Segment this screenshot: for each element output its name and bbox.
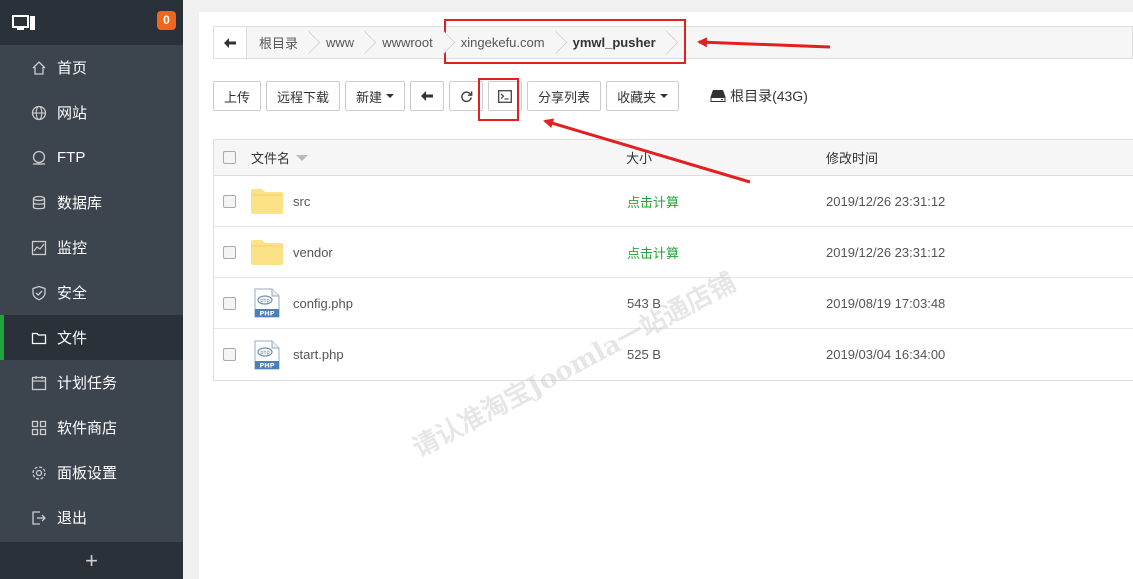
sidebar-item-label: 文件: [57, 330, 88, 347]
logout-icon: [31, 510, 47, 526]
notification-badge[interactable]: 0: [157, 11, 176, 30]
sidebar: 0 首页 网站 FTP 数据库 监控 安全 文件 计划任务 软件商店 面板设置 …: [0, 0, 183, 579]
sidebar-item-monitor[interactable]: 监控: [0, 225, 183, 270]
sidebar-item-label: 退出: [57, 510, 88, 527]
sidebar-item-security[interactable]: 安全: [0, 270, 183, 315]
row-checkbox[interactable]: [223, 194, 236, 208]
file-name[interactable]: start.php: [293, 347, 344, 362]
column-time-header[interactable]: 修改时间: [826, 148, 1133, 167]
column-name-header[interactable]: 文件名: [251, 148, 626, 167]
new-button-label: 新建: [356, 89, 383, 105]
svg-text:php: php: [260, 298, 270, 304]
sidebar-item-label: 计划任务: [57, 375, 118, 392]
table-header: 文件名 大小 修改时间: [214, 140, 1133, 176]
back-button[interactable]: [410, 81, 445, 111]
modified-time: 2019/08/19 17:03:48: [826, 295, 946, 311]
favorites-button-label: 收藏夹: [617, 89, 657, 105]
php-file-icon: php PHP: [251, 288, 283, 318]
calculate-size-link[interactable]: 点击计算: [626, 243, 826, 262]
hard-drive-icon: [710, 90, 726, 102]
folder-icon: [251, 186, 283, 216]
sidebar-item-files[interactable]: 文件: [0, 315, 183, 360]
home-icon: [31, 60, 47, 76]
row-checkbox[interactable]: [223, 245, 236, 259]
globe-icon: [31, 105, 47, 121]
remote-download-button[interactable]: 远程下载: [266, 81, 341, 111]
sort-down-icon: [296, 154, 309, 161]
calculate-size-link[interactable]: 点击计算: [626, 192, 826, 211]
ftp-icon: [31, 150, 47, 166]
server-monitor-icon: [12, 14, 35, 30]
svg-text:php: php: [260, 350, 270, 356]
back-arrow-icon: [224, 37, 236, 48]
sidebar-item-ftp[interactable]: FTP: [0, 135, 183, 180]
select-all-checkbox[interactable]: [223, 151, 236, 164]
upload-button[interactable]: 上传: [213, 81, 262, 111]
folder-icon: [31, 330, 47, 346]
calendar-icon: [31, 375, 47, 391]
sidebar-item-database[interactable]: 数据库: [0, 180, 183, 225]
back-arrow-button[interactable]: [214, 27, 247, 58]
modified-time: 2019/03/04 16:34:00: [826, 347, 946, 362]
sidebar-item-website[interactable]: 网站: [0, 90, 183, 135]
svg-text:PHP: PHP: [260, 310, 275, 318]
column-name-label: 文件名: [251, 151, 291, 166]
sidebar-item-label: 安全: [57, 285, 88, 302]
apps-grid-icon: [31, 420, 47, 436]
breadcrumb-item-www[interactable]: www: [314, 27, 371, 58]
file-name-cell: vendor: [251, 237, 626, 267]
share-list-button[interactable]: 分享列表: [527, 81, 602, 111]
sidebar-item-settings[interactable]: 面板设置: [0, 450, 183, 495]
sidebar-header: 0: [0, 0, 183, 45]
chevron-down-icon: [386, 94, 395, 98]
sidebar-item-label: 网站: [57, 105, 88, 122]
sidebar-item-store[interactable]: 软件商店: [0, 405, 183, 450]
sidebar-menu: 首页 网站 FTP 数据库 监控 安全 文件 计划任务 软件商店 面板设置 退出: [0, 45, 183, 540]
row-checkbox[interactable]: [223, 348, 236, 361]
breadcrumb-item-wwwroot[interactable]: wwwroot: [370, 27, 449, 58]
disk-root-link[interactable]: 根目录(43G): [710, 86, 808, 106]
file-name[interactable]: config.php: [293, 296, 353, 311]
sidebar-item-label: 数据库: [57, 195, 103, 212]
file-name[interactable]: vendor: [293, 245, 333, 260]
svg-text:PHP: PHP: [260, 361, 275, 369]
refresh-icon: [460, 90, 472, 102]
sidebar-item-label: 首页: [57, 60, 88, 77]
sidebar-item-home[interactable]: 首页: [0, 45, 183, 90]
sidebar-item-logout[interactable]: 退出: [0, 495, 183, 540]
sidebar-add-button[interactable]: +: [0, 542, 183, 579]
monitor-chart-icon: [31, 240, 47, 256]
annotation-highlight-terminal: [478, 78, 519, 121]
file-size: 525 B: [627, 347, 661, 362]
row-checkbox[interactable]: [223, 296, 236, 310]
sidebar-item-label: FTP: [57, 149, 86, 166]
back-arrow-icon: [421, 91, 434, 101]
file-name[interactable]: src: [293, 194, 310, 209]
file-name-cell: src: [251, 186, 626, 216]
gear-icon: [31, 465, 47, 481]
modified-time: 2019/12/26 23:31:12: [826, 193, 946, 209]
new-dropdown-button[interactable]: 新建: [345, 81, 406, 111]
favorites-dropdown-button[interactable]: 收藏夹: [606, 81, 680, 111]
sidebar-item-label: 软件商店: [57, 420, 118, 437]
php-file-icon: php PHP: [251, 340, 283, 370]
table-row[interactable]: vendor 点击计算 2019/12/26 23:31:12: [214, 227, 1133, 278]
table-row[interactable]: php PHP start.php 525 B 2019/03/04 16:34:…: [214, 329, 1133, 380]
modified-time: 2019/12/26 23:31:12: [826, 244, 946, 260]
chevron-down-icon: [660, 94, 669, 98]
disk-label: 根目录(43G): [730, 88, 808, 104]
folder-icon: [251, 237, 283, 267]
table-row[interactable]: src 点击计算 2019/12/26 23:31:12: [214, 176, 1133, 227]
breadcrumb-item-root[interactable]: 根目录: [247, 27, 315, 58]
column-size-header[interactable]: 大小: [626, 148, 826, 167]
sidebar-item-cron[interactable]: 计划任务: [0, 360, 183, 405]
shield-icon: [31, 285, 47, 301]
file-table: 文件名 大小 修改时间 src 点击计算 2019/12/26 23:31:12…: [213, 139, 1133, 381]
file-name-cell: php PHP config.php: [251, 288, 626, 318]
database-icon: [31, 195, 47, 211]
sidebar-item-label: 监控: [57, 240, 88, 257]
sidebar-item-label: 面板设置: [57, 465, 118, 482]
